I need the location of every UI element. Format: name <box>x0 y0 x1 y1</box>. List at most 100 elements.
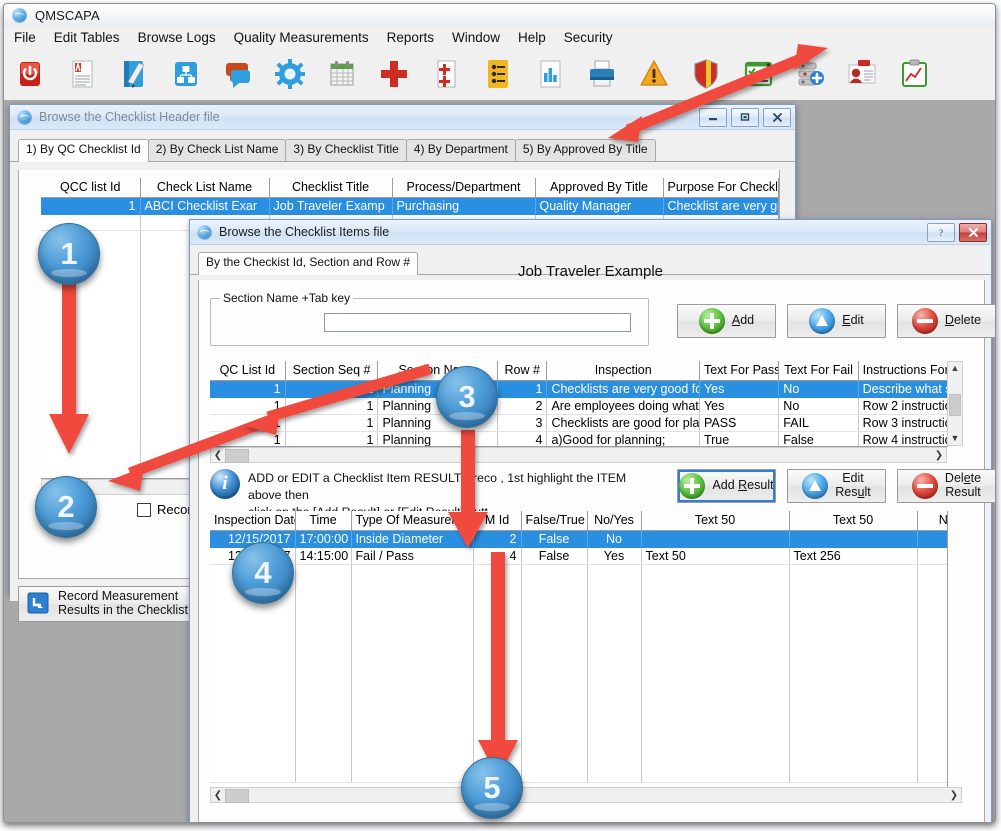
tab-by-checklist-id-section-row[interactable]: By the Checkist Id, Section and Row # <box>198 252 418 275</box>
cell-empty <box>641 564 789 782</box>
cell-instructions-for-fail: Row 3 instructions <box>858 414 948 431</box>
col-no-yes[interactable]: No/Yes <box>587 511 641 530</box>
col-purpose-for-checklist[interactable]: Purpose For Checklist <box>663 178 779 197</box>
callout-badge-4: 4 <box>232 542 294 604</box>
col-check-list-name[interactable]: Check List Name <box>140 178 269 197</box>
toolbar-button-notebook-edit[interactable] <box>108 50 160 98</box>
hscroll-thumb[interactable] <box>225 789 249 803</box>
cell-empty <box>587 564 641 782</box>
col-text-for-pass[interactable]: Text For Pass <box>699 361 778 380</box>
col-approved-by-title[interactable]: Approved By Title <box>535 178 663 197</box>
table-row[interactable]: 12/15/2017 17:00:00 Inside Diameter 2 Fa… <box>210 530 948 547</box>
toolbar-button-exit[interactable] <box>4 50 56 98</box>
toolbar-button-add-record[interactable] <box>368 50 420 98</box>
scroll-right-icon[interactable]: ❯ <box>947 790 961 801</box>
col-text-50-a[interactable]: Text 50 <box>641 511 789 530</box>
menu-item-edit-tables[interactable]: Edit Tables <box>45 30 129 45</box>
add-button[interactable]: Add <box>677 304 776 338</box>
window-globe-icon <box>197 225 212 240</box>
col-inspection-date[interactable]: Inspection Date <box>210 511 295 530</box>
results-grid-wrap: Inspection Date Time Type Of Measurement… <box>210 511 948 788</box>
items-grid-hscrollbar[interactable]: ❮ ❯ <box>210 447 947 463</box>
col-row-number[interactable]: Row # <box>497 361 546 380</box>
table-row[interactable]: 12/09/2017 14:15:00 Fail / Pass 4 False … <box>210 547 948 564</box>
cell-text-for-pass: PASS <box>699 414 778 431</box>
scroll-down-icon[interactable]: ▼ <box>948 432 962 445</box>
annotation-arrow-1 <box>40 282 100 457</box>
section-name-input[interactable] <box>324 313 631 332</box>
record-measurement-button[interactable]: Record Measurement Results in the Checkl… <box>18 586 198 622</box>
menu-item-reports[interactable]: Reports <box>378 30 443 45</box>
callout-badge-3: 3 <box>436 366 498 428</box>
results-grid[interactable]: Inspection Date Time Type Of Measurement… <box>210 511 948 783</box>
menu-item-quality-measurements[interactable]: Quality Measurements <box>225 30 378 45</box>
section-name-legend: Section Name +Tab key <box>220 291 353 305</box>
col-text-for-fail[interactable]: Text For Fail <box>779 361 858 380</box>
red-minus-circle-icon <box>912 308 938 334</box>
close-button[interactable] <box>959 223 987 242</box>
checklist-items-window: Browse the Checklist Items file ? By the… <box>189 219 992 823</box>
cell-inspection: Checklists are good for planning <box>547 414 700 431</box>
cell-instructions-for-fail: Row 4 instructions <box>858 431 948 447</box>
toolbar-button-red-document[interactable] <box>420 50 472 98</box>
grid-header-row: Inspection Date Time Type Of Measurement… <box>210 511 948 530</box>
cell-row-number: 4 <box>497 431 546 447</box>
cell-empty <box>351 564 473 782</box>
col-false-true[interactable]: False/True <box>521 511 587 530</box>
results-grid-hscrollbar[interactable]: ❮ ❯ <box>210 787 962 803</box>
toolbar-button-document-chart[interactable] <box>56 50 108 98</box>
tab-by-checklist-title[interactable]: 3) By Checklist Title <box>285 139 406 161</box>
items-grid-vscrollbar[interactable]: ▲ ▼ <box>947 361 963 446</box>
scroll-left-icon[interactable]: ❮ <box>211 790 225 801</box>
tab-by-department[interactable]: 4) By Department <box>406 139 516 161</box>
menu-item-file[interactable]: File <box>4 30 45 45</box>
col-process-department[interactable]: Process/Department <box>392 178 535 197</box>
col-text-50-b[interactable]: Text 50 <box>789 511 917 530</box>
menu-item-window[interactable]: Window <box>443 30 509 45</box>
menu-item-browse-logs[interactable]: Browse Logs <box>129 30 225 45</box>
cell-false-true: False <box>521 530 587 547</box>
svg-text:?: ? <box>939 228 943 238</box>
checklist-items-body: By the Checkist Id, Section and Row # Jo… <box>190 251 991 823</box>
cell-text-for-pass: Yes <box>699 397 778 414</box>
col-inspection[interactable]: Inspection <box>547 361 700 380</box>
toolbar-button-clipboard-trend[interactable] <box>888 50 940 98</box>
edit-button[interactable]: Edit <box>787 304 886 338</box>
scroll-up-icon[interactable]: ▲ <box>948 362 962 375</box>
menu-item-help[interactable]: Help <box>509 30 555 45</box>
cell-text-50-a <box>641 530 789 547</box>
table-row[interactable] <box>210 564 948 782</box>
cell-text-for-fail: FAIL <box>779 414 858 431</box>
col-time[interactable]: Time <box>295 511 351 530</box>
add-result-button[interactable]: Add Result <box>677 469 776 503</box>
delete-result-button[interactable]: DeleteResult <box>897 469 996 503</box>
table-row[interactable]: 1 ABCI Checklist Exar Job Traveler Examp… <box>41 197 779 214</box>
col-checklist-title[interactable]: Checklist Title <box>269 178 392 197</box>
col-numeric[interactable]: Numeric <box>917 511 948 530</box>
delete-button[interactable]: Delete <box>897 304 996 338</box>
toolbar-button-settings[interactable] <box>264 50 316 98</box>
cell-numeric: 1 <box>917 547 948 564</box>
scroll-right-icon[interactable]: ❯ <box>932 450 946 461</box>
toolbar-button-calendar[interactable] <box>316 50 368 98</box>
col-instructions-for-fail[interactable]: Instructions For Fa <box>858 361 948 380</box>
toolbar-button-comments[interactable] <box>212 50 264 98</box>
toolbar-button-yellow-list[interactable] <box>472 50 524 98</box>
hscroll-track[interactable] <box>225 448 932 462</box>
tab-by-check-list-name[interactable]: 2) By Check List Name <box>148 139 287 161</box>
record-checkbox[interactable] <box>137 503 151 517</box>
col-qcc-list-id[interactable]: QCC list Id <box>41 178 140 197</box>
annotation-arrow-4 <box>468 552 528 782</box>
cell-false-true: False <box>521 547 587 564</box>
toolbar-button-bar-chart[interactable] <box>524 50 576 98</box>
section-name-groupbox: Section Name +Tab key <box>210 298 649 346</box>
vscroll-thumb[interactable] <box>949 394 961 416</box>
hscroll-track[interactable] <box>225 788 947 802</box>
cell-no-yes: Yes <box>587 547 641 564</box>
edit-result-button[interactable]: EditResult <box>787 469 886 503</box>
toolbar-button-user-card[interactable] <box>836 50 888 98</box>
toolbar-button-org-chart[interactable] <box>160 50 212 98</box>
tab-by-qc-checklist-id[interactable]: 1) By QC Checklist Id <box>18 139 149 162</box>
green-plus-circle-icon <box>679 473 705 499</box>
help-button[interactable]: ? <box>927 223 955 242</box>
